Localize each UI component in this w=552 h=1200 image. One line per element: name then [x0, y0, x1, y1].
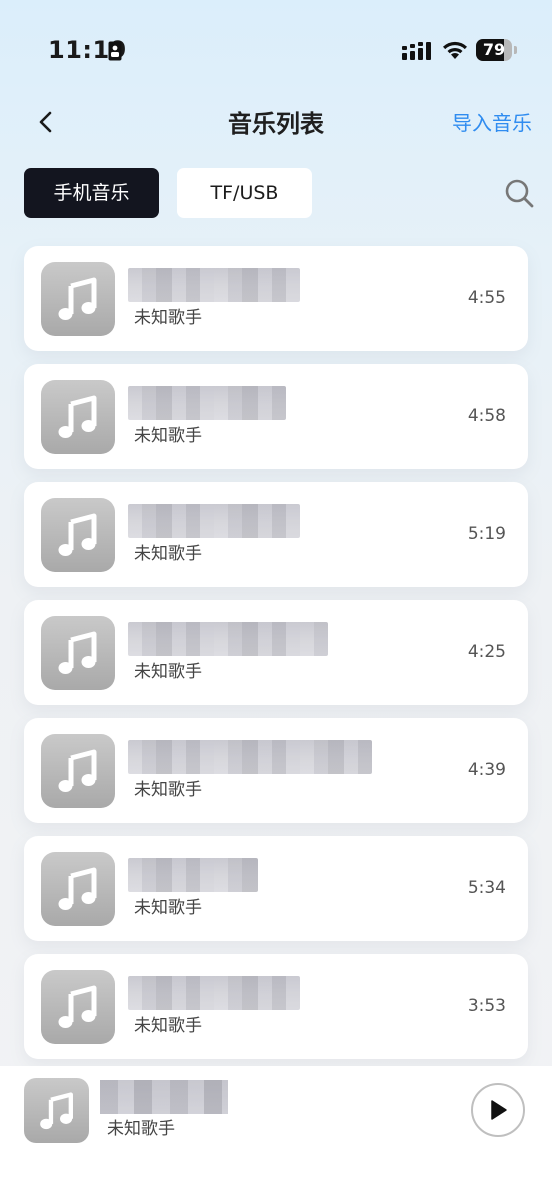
music-note-icon — [58, 749, 97, 792]
music-note-icon — [58, 985, 97, 1028]
now-playing-album-art — [24, 1078, 89, 1143]
music-note-icon — [58, 867, 97, 910]
song-item[interactable]: 未知歌手 4:39 — [24, 718, 528, 823]
song-artist: 未知歌手 — [134, 544, 202, 564]
song-title-obscured — [128, 976, 300, 1010]
song-item[interactable]: 未知歌手 4:58 — [24, 364, 528, 469]
song-title-obscured — [128, 622, 328, 656]
song-title-obscured — [128, 740, 372, 774]
battery-indicator: 79 — [476, 39, 518, 61]
song-item[interactable]: 未知歌手 5:19 — [24, 482, 528, 587]
play-icon — [491, 1100, 507, 1120]
song-artist: 未知歌手 — [134, 662, 202, 682]
song-title-obscured — [128, 386, 286, 420]
tab-phone-music[interactable]: 手机音乐 — [24, 168, 159, 218]
song-duration: 4:25 — [467, 642, 506, 662]
now-playing-title-obscured — [100, 1080, 228, 1114]
wifi-icon — [443, 41, 467, 59]
battery-body: 79 — [476, 39, 512, 61]
music-note-icon — [58, 395, 97, 438]
song-artist: 未知歌手 — [134, 898, 202, 918]
album-art — [41, 970, 115, 1044]
music-note-icon — [58, 513, 97, 556]
music-note-icon — [58, 277, 97, 320]
song-title-obscured — [128, 268, 300, 302]
song-list: 未知歌手 4:55 未知歌手 4:58 未知歌手 5:19 未知歌手 4:25 … — [24, 246, 528, 1072]
cellular-signal-icon — [402, 42, 431, 60]
battery-percent: 79 — [482, 40, 506, 59]
song-title-obscured — [128, 858, 258, 892]
song-artist: 未知歌手 — [134, 1016, 202, 1036]
song-duration: 4:55 — [467, 288, 506, 308]
album-art — [41, 616, 115, 690]
play-button[interactable] — [471, 1083, 525, 1137]
now-playing-artist: 未知歌手 — [107, 1119, 175, 1139]
battery-nub — [514, 46, 517, 54]
music-note-icon — [58, 631, 97, 674]
song-duration: 5:19 — [467, 524, 506, 544]
song-artist: 未知歌手 — [134, 426, 202, 446]
tab-tf-usb[interactable]: TF/USB — [177, 168, 312, 218]
mini-player[interactable]: 未知歌手 — [0, 1066, 552, 1200]
song-duration: 3:53 — [467, 996, 506, 1016]
song-duration: 4:58 — [467, 406, 506, 426]
song-item[interactable]: 未知歌手 4:55 — [24, 246, 528, 351]
song-item[interactable]: 未知歌手 4:25 — [24, 600, 528, 705]
import-music-button[interactable]: 导入音乐 — [452, 107, 532, 136]
sim-card-icon — [108, 41, 122, 61]
song-title-obscured — [128, 504, 300, 538]
album-art — [41, 380, 115, 454]
album-art — [41, 734, 115, 808]
album-art — [41, 498, 115, 572]
song-artist: 未知歌手 — [134, 308, 202, 328]
song-duration: 5:34 — [467, 878, 506, 898]
search-button[interactable] — [500, 174, 540, 214]
song-item[interactable]: 未知歌手 5:34 — [24, 836, 528, 941]
music-note-icon — [39, 1091, 73, 1129]
song-duration: 4:39 — [467, 760, 506, 780]
search-icon — [505, 179, 534, 208]
song-artist: 未知歌手 — [134, 780, 202, 800]
album-art — [41, 852, 115, 926]
song-item[interactable]: 未知歌手 3:53 — [24, 954, 528, 1059]
album-art — [41, 262, 115, 336]
nav-bar: 音乐列表 导入音乐 — [0, 90, 552, 150]
status-bar: 11:19 79 — [0, 0, 552, 100]
